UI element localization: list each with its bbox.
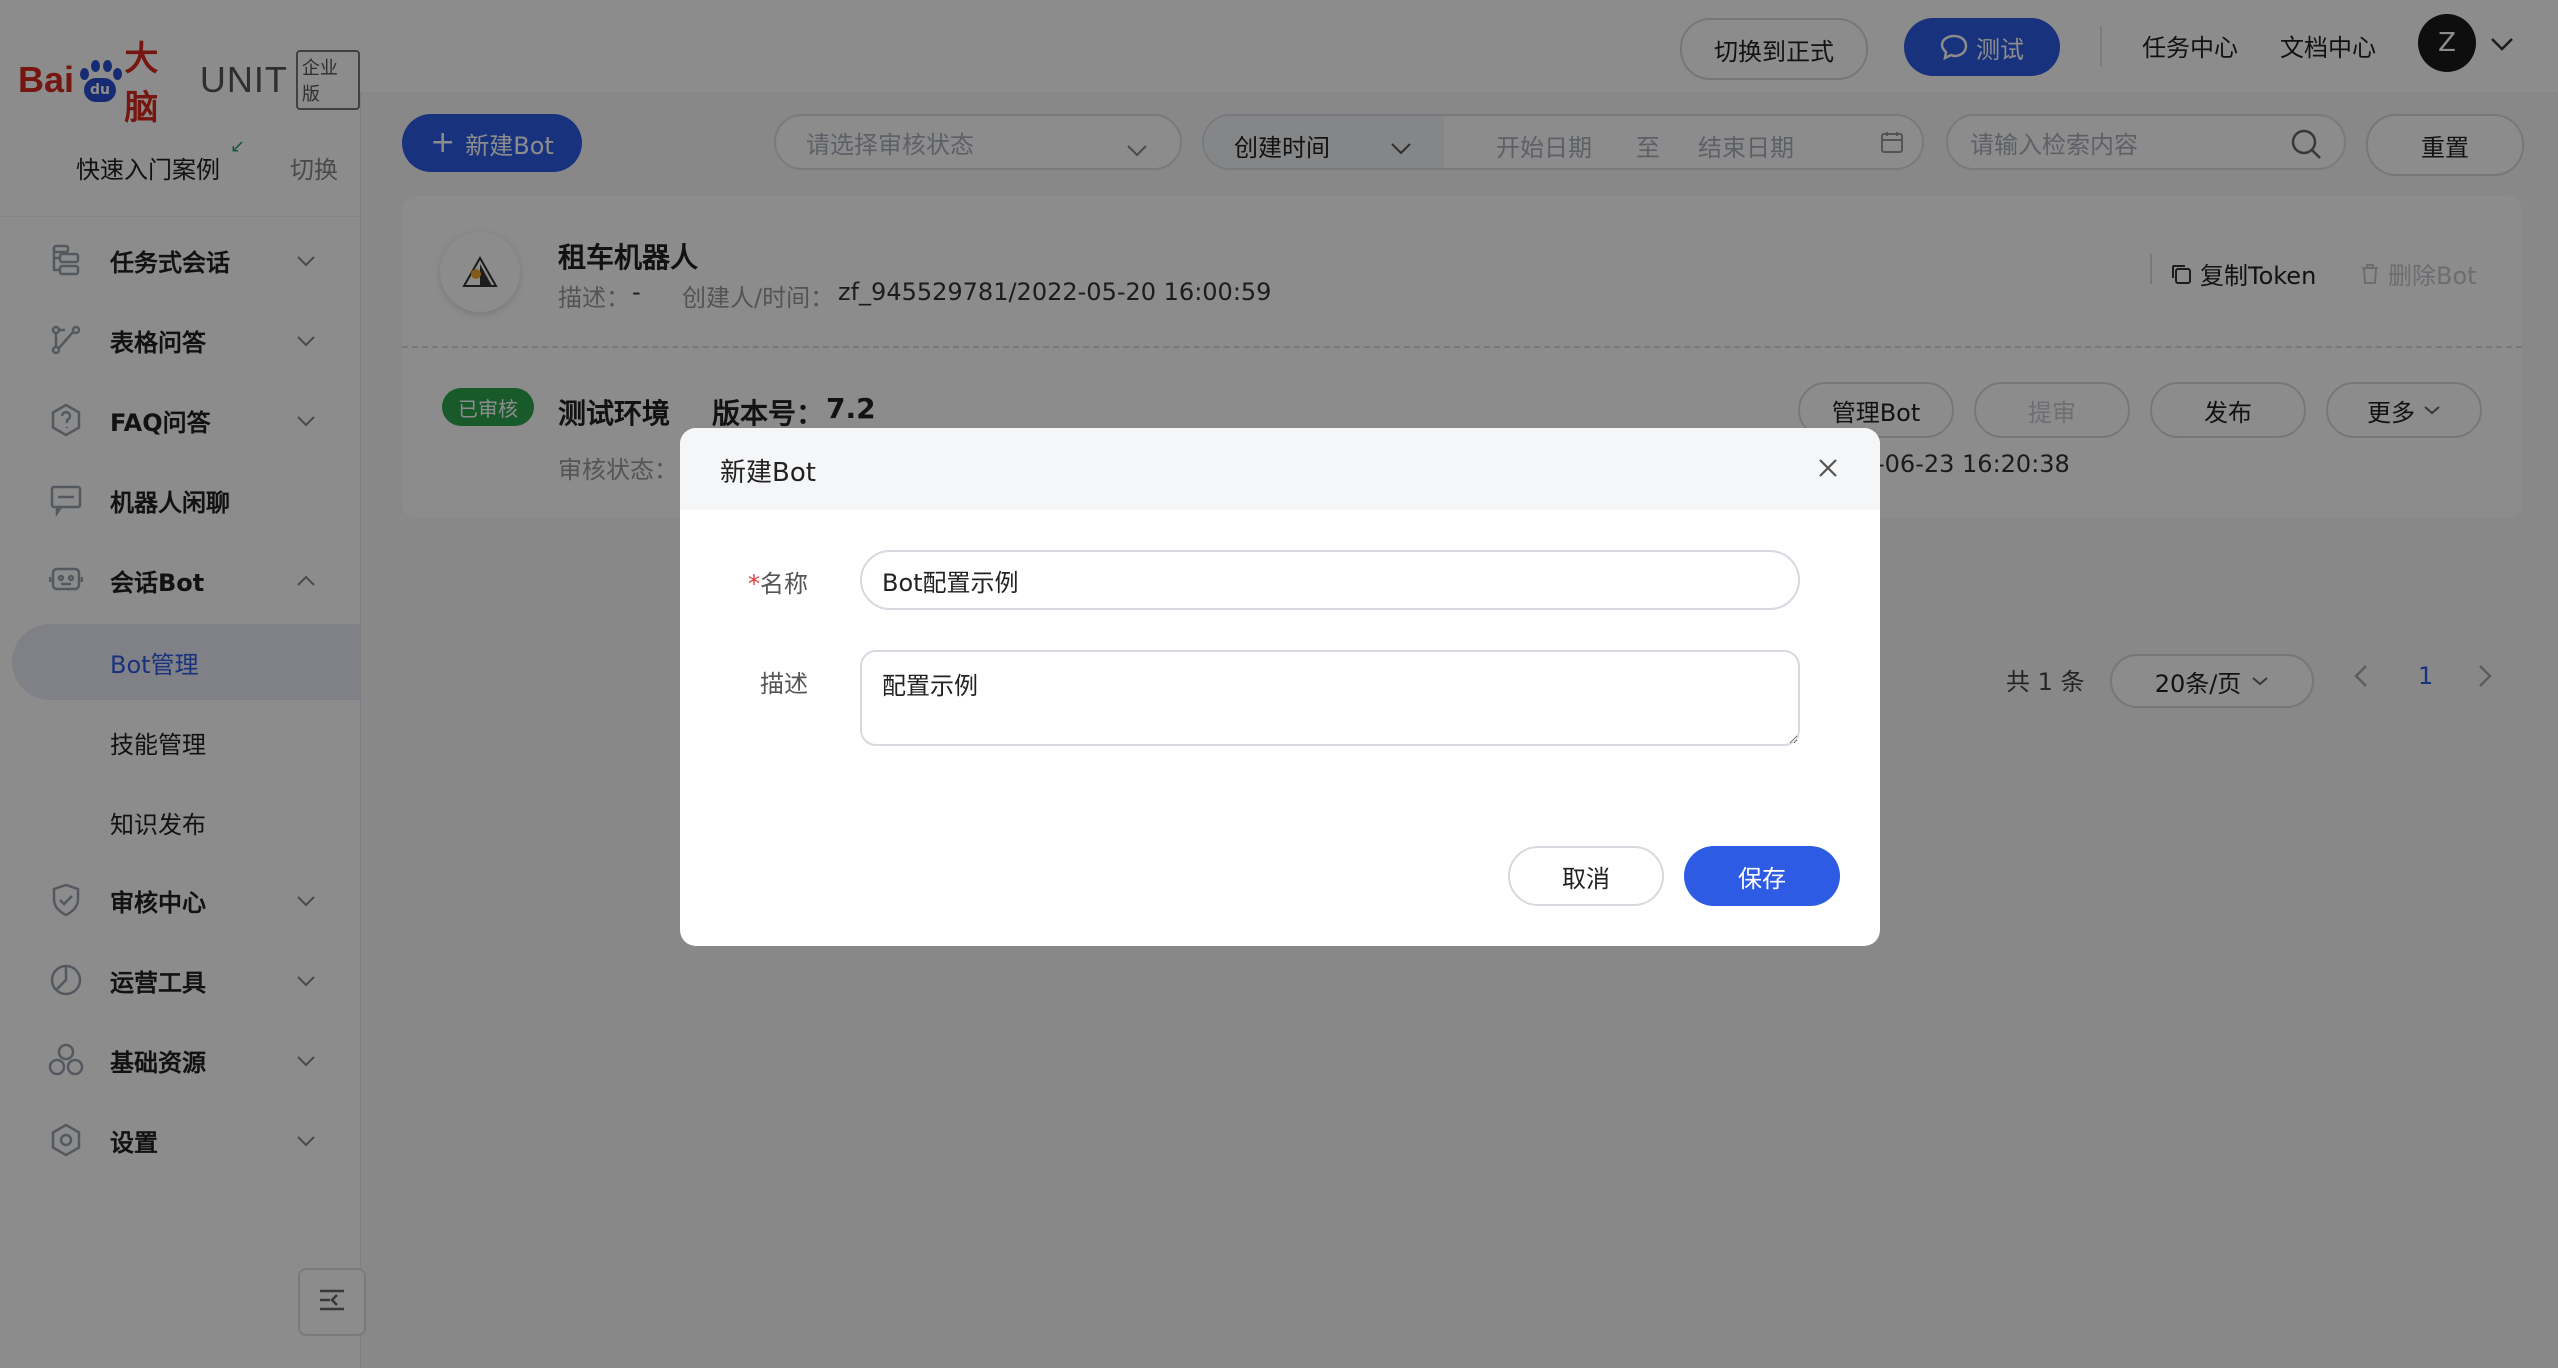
required-mark: * [748, 570, 760, 598]
save-button[interactable]: 保存 [1684, 846, 1840, 906]
app-root: Bai du 大脑 UNIT 企业版 快速入门案例 ↙ 切换 任务式会话 表格问… [0, 0, 2558, 1368]
new-bot-dialog: 新建Bot *名称 描述 配置示例 取消 保存 [680, 428, 1880, 946]
name-input[interactable] [860, 550, 1800, 610]
name-label: *名称 [748, 564, 808, 599]
dialog-header [680, 428, 1880, 510]
dialog-title: 新建Bot [720, 458, 816, 488]
desc-textarea[interactable]: 配置示例 [860, 650, 1800, 746]
desc-label: 描述 [760, 670, 808, 698]
close-icon[interactable] [1810, 450, 1846, 486]
name-label-text: 名称 [760, 570, 808, 598]
cancel-button[interactable]: 取消 [1508, 846, 1664, 906]
